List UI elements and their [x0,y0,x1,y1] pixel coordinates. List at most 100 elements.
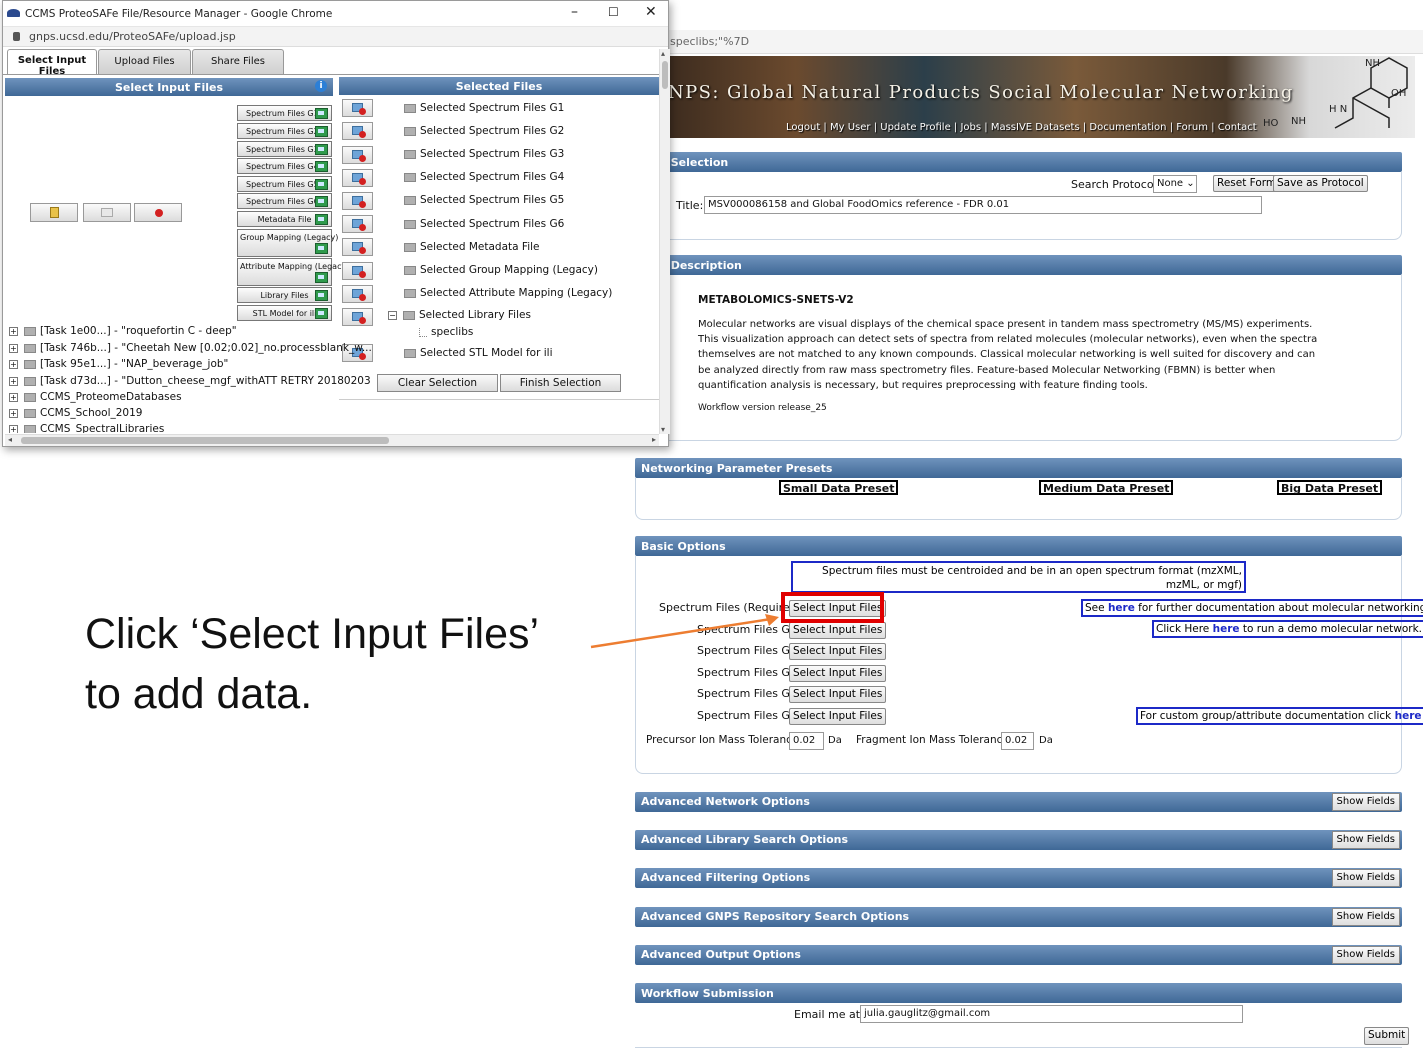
tree-item-task-95e1[interactable]: + [Task 95e1...] - "NAP_beverage_job" [9,358,228,370]
tree-item-spectral-libraries[interactable]: + CCMS_SpectralLibraries [9,423,164,433]
remove-g3-button[interactable] [342,146,373,164]
show-fields-repository-button[interactable]: Show Fields [1331,908,1400,926]
selected-spectrum-g1[interactable]: Selected Spectrum Files G1 [404,102,564,114]
submit-button[interactable]: Submit [1364,1027,1410,1045]
show-fields-network-button[interactable]: Show Fields [1331,793,1400,811]
selected-stl-model[interactable]: Selected STL Model for ili [404,347,553,359]
popup-address-bar[interactable]: gnps.ucsd.edu/ProteoSAFe/upload.jsp [3,27,668,47]
selected-spectrum-g6[interactable]: Selected Spectrum Files G6 [404,218,564,230]
file-type-spectrum-g3[interactable]: Spectrum Files G3 [237,141,332,157]
vertical-scrollbar[interactable]: ▴ ▾ [659,49,670,434]
expand-icon[interactable]: + [9,343,18,353]
advanced-output-options-header[interactable]: Advanced Output Options Show Fields [635,945,1402,965]
tree-item-task-1e00[interactable]: + [Task 1e00...] - "roquefortin C - deep" [9,325,237,337]
close-icon[interactable]: ✕ [645,4,657,20]
selected-library-files[interactable]: − Selected Library Files [388,309,531,321]
select-input-files-g5-button[interactable]: Select Input Files [789,686,887,703]
advanced-filtering-options-header[interactable]: Advanced Filtering Options Show Fields [635,868,1402,888]
popup-title-bar[interactable]: CCMS ProteoSAFe File/Resource Manager - … [3,1,668,27]
minimize-icon[interactable]: – [571,4,578,20]
expand-icon[interactable]: + [9,326,18,336]
medium-data-preset-button[interactable]: Medium Data Preset [1039,480,1174,495]
tab-upload-files[interactable]: Upload Files [98,49,191,75]
remove-g2-button[interactable] [342,122,373,140]
expand-icon[interactable]: + [9,424,18,433]
file-type-spectrum-g2[interactable]: Spectrum Files G2 [237,123,332,139]
advanced-network-options-header[interactable]: Advanced Network Options Show Fields [635,792,1402,812]
select-input-files-g6-button[interactable]: Select Input Files [789,708,887,725]
file-type-spectrum-g1[interactable]: Spectrum Files G1 [237,105,332,121]
tree-item-task-d73d[interactable]: + [Task d73d...] - "Dutton_cheese_mgf_wit… [9,375,371,387]
nav-contact[interactable]: Contact [1218,122,1257,133]
maximize-icon[interactable]: ☐ [608,5,619,19]
selected-spectrum-g4[interactable]: Selected Spectrum Files G4 [404,171,564,183]
remove-metadata-button[interactable] [342,238,373,256]
expand-icon[interactable]: + [9,376,18,386]
advanced-repository-search-options-header[interactable]: Advanced GNPS Repository Search Options S… [635,907,1402,927]
remove-g5-button[interactable] [342,192,373,210]
file-type-group-mapping[interactable]: Group Mapping (Legacy) [237,229,338,257]
search-protocol-select[interactable]: None ⌄ [1153,175,1197,193]
select-input-files-g4-button[interactable]: Select Input Files [789,665,887,682]
remove-g6-button[interactable] [342,215,373,233]
tree-item-task-746b[interactable]: + [Task 746b...] - "Cheetah New [0.02;0.0… [9,342,372,354]
advanced-library-search-options-header[interactable]: Advanced Library Search Options Show Fiel… [635,830,1402,850]
show-fields-library-button[interactable]: Show Fields [1331,831,1400,849]
expand-icon[interactable]: + [9,359,18,369]
select-input-files-g3-button[interactable]: Select Input Files [789,643,887,660]
small-data-preset-button[interactable]: Small Data Preset [779,480,899,495]
nav-update-profile[interactable]: Update Profile [880,122,951,133]
tab-select-input-files[interactable]: Select Input Files [7,49,97,77]
scroll-down-icon[interactable]: ▾ [661,425,665,434]
tree-item-proteome-databases[interactable]: + CCMS_ProteomeDatabases [9,391,182,403]
nav-my-user[interactable]: My User [830,122,871,133]
selected-spectrum-g5[interactable]: Selected Spectrum Files G5 [404,194,564,206]
finish-selection-button[interactable]: Finish Selection [500,374,621,392]
scroll-up-icon[interactable]: ▴ [661,49,665,58]
big-data-preset-button[interactable]: Big Data Preset [1277,480,1383,495]
expand-icon[interactable]: + [9,392,18,402]
collapse-icon[interactable]: − [388,310,397,320]
selected-spectrum-g2[interactable]: Selected Spectrum Files G2 [404,125,564,137]
nav-documentation[interactable]: Documentation [1089,122,1166,133]
title-input[interactable]: MSV000086158 and Global FoodOmics refere… [704,196,1262,214]
selected-metadata[interactable]: Selected Metadata File [404,241,539,253]
fragment-tolerance-input[interactable]: 0.02 [1001,732,1034,750]
remove-group-mapping-button[interactable] [342,262,373,280]
nav-jobs[interactable]: Jobs [960,122,981,133]
file-type-stl-model[interactable]: STL Model for ili [237,305,332,321]
remove-g4-button[interactable] [342,169,373,187]
email-input[interactable]: julia.gauglitz@gmail.com [860,1005,1243,1023]
clear-selection-button[interactable]: Clear Selection [377,374,498,392]
remove-g1-button[interactable] [342,99,373,117]
tree-item-school-2019[interactable]: + CCMS_School_2019 [9,407,142,419]
nav-forum[interactable]: Forum [1176,122,1208,133]
show-fields-filtering-button[interactable]: Show Fields [1331,869,1400,887]
demo-here-link[interactable]: here [1213,623,1240,635]
expand-icon[interactable]: + [9,408,18,418]
vertical-scroll-thumb[interactable] [662,61,668,89]
scroll-right-icon[interactable]: ▸ [652,435,656,444]
reset-form-button[interactable]: Reset Form [1213,175,1281,192]
delete-file-button[interactable] [134,203,182,222]
file-type-metadata[interactable]: Metadata File [237,211,332,227]
nav-logout[interactable]: Logout [786,122,820,133]
scroll-left-icon[interactable]: ◂ [8,435,12,444]
horizontal-scrollbar[interactable]: ◂ ▸ [5,434,659,446]
selected-attribute-mapping[interactable]: Selected Attribute Mapping (Legacy) [404,287,612,299]
nav-massive-datasets[interactable]: MassIVE Datasets [991,122,1080,133]
file-type-attribute-mapping[interactable]: Attribute Mapping (Legacy) [237,258,349,286]
tab-share-files[interactable]: Share Files [192,49,284,75]
edit-file-button[interactable] [83,203,131,222]
add-file-button[interactable] [30,203,78,222]
remove-library-button[interactable] [342,308,373,326]
save-as-protocol-button[interactable]: Save as Protocol [1273,175,1368,192]
custom-here-link[interactable]: here [1395,710,1422,722]
remove-attribute-mapping-button[interactable] [342,285,373,303]
precursor-tolerance-input[interactable]: 0.02 [789,732,824,750]
file-type-spectrum-g5[interactable]: Spectrum Files G5 [237,176,332,192]
show-fields-output-button[interactable]: Show Fields [1331,946,1400,964]
background-address-bar[interactable]: speclibs;"%7D [668,30,1423,54]
file-type-spectrum-g4[interactable]: Spectrum Files G4 [237,158,332,174]
file-type-library[interactable]: Library Files [237,287,332,303]
